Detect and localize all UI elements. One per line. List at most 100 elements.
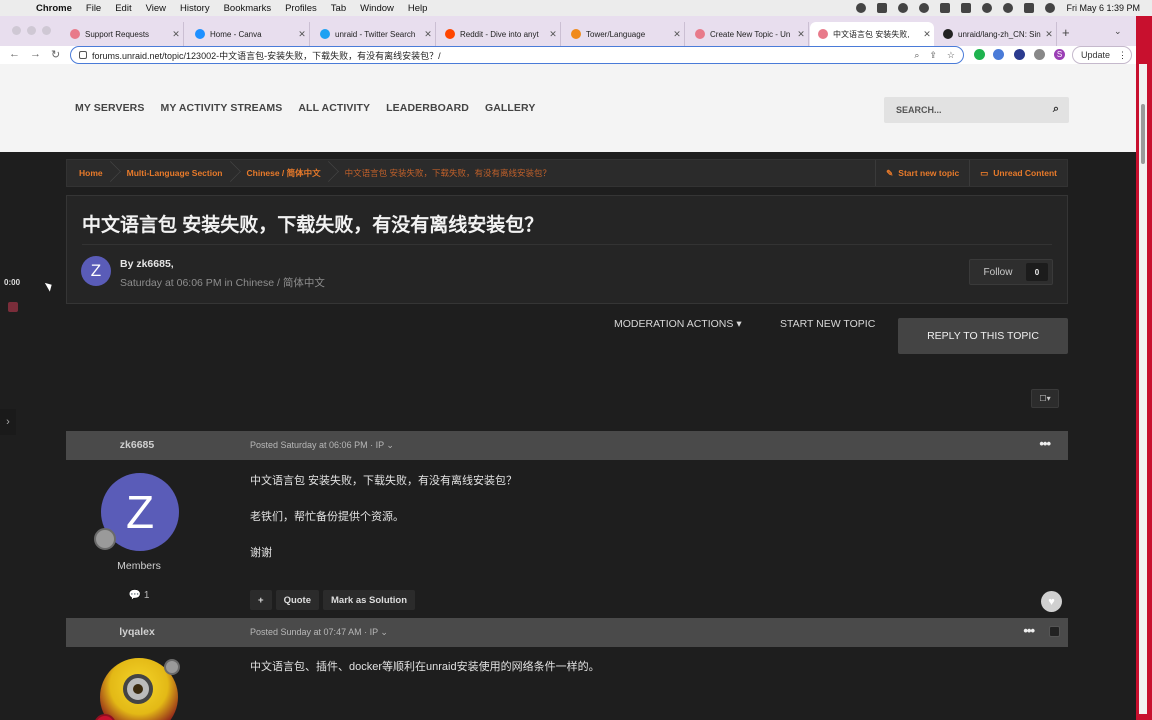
battery-icon[interactable]: [940, 3, 951, 13]
lock-icon[interactable]: [79, 51, 87, 59]
select-post-checkbox[interactable]: [1049, 626, 1060, 637]
menu-history[interactable]: History: [180, 3, 210, 14]
minimize-window-button[interactable]: [27, 26, 36, 35]
quote-button[interactable]: Quote: [275, 590, 320, 610]
clock[interactable]: Fri May 6 1:39 PM: [1066, 3, 1140, 13]
menu-profiles[interactable]: Profiles: [285, 3, 317, 14]
menu-file[interactable]: File: [86, 3, 101, 14]
stop-recording-icon[interactable]: [8, 302, 18, 312]
close-icon[interactable]: ✕: [670, 29, 684, 40]
nav-gallery[interactable]: GALLERY: [485, 102, 535, 114]
close-icon[interactable]: ✕: [546, 29, 560, 40]
new-tab-button[interactable]: +: [1062, 25, 1070, 40]
scrollbar-track[interactable]: [1139, 64, 1147, 714]
nav-all-activity[interactable]: ALL ACTIVITY: [298, 102, 370, 114]
breadcrumb-chinese[interactable]: Chinese / 简体中文: [235, 159, 333, 187]
start-new-topic-button[interactable]: START NEW TOPIC: [780, 318, 875, 330]
search-input[interactable]: SEARCH... ⌕: [884, 97, 1069, 123]
menu-app-name[interactable]: Chrome: [36, 3, 72, 14]
menu-tab[interactable]: Tab: [331, 3, 346, 14]
nav-my-servers[interactable]: MY SERVERS: [75, 102, 144, 114]
unread-content-link[interactable]: ▭ Unread Content: [969, 160, 1067, 186]
grid-icon[interactable]: [961, 3, 972, 13]
tab-current-topic[interactable]: 中文语言包 安装失败, ✕: [810, 22, 934, 46]
avatar[interactable]: Z: [81, 256, 111, 286]
forward-icon[interactable]: →: [30, 48, 41, 60]
start-new-topic-link[interactable]: ✎ Start new topic: [875, 160, 969, 186]
wifi-icon[interactable]: [982, 3, 993, 13]
update-button[interactable]: Update ⋮: [1072, 46, 1132, 64]
more-options-icon[interactable]: •••: [1023, 623, 1035, 638]
heart-icon[interactable]: ♥: [1041, 591, 1062, 612]
post-date[interactable]: Posted Saturday at 06:06 PM · IP ⌄: [250, 440, 394, 451]
menu-help[interactable]: Help: [408, 3, 428, 14]
profile-avatar[interactable]: S: [1054, 49, 1065, 60]
extensions-puzzle-icon[interactable]: [1034, 49, 1045, 60]
close-icon[interactable]: ✕: [920, 29, 934, 40]
lock-icon[interactable]: [898, 3, 909, 13]
tab-search-icon[interactable]: ⌄: [1114, 26, 1122, 37]
search-icon[interactable]: ⌕: [1053, 103, 1059, 116]
record-icon[interactable]: [877, 3, 888, 13]
chevron-right-icon[interactable]: ›: [0, 409, 16, 435]
menu-edit[interactable]: Edit: [115, 3, 131, 14]
tab-github[interactable]: unraid/lang-zh_CN: Sin ✕: [935, 22, 1057, 46]
reply-button[interactable]: REPLY TO THIS TOPIC: [898, 318, 1068, 354]
share-icon[interactable]: ⇪: [929, 50, 937, 61]
more-options-icon[interactable]: •••: [1039, 436, 1051, 451]
edit-icon: ✎: [886, 167, 894, 178]
post-date[interactable]: Posted Sunday at 07:47 AM · IP ⌄: [250, 627, 388, 638]
tab-twitter[interactable]: unraid - Twitter Search ✕: [312, 22, 436, 46]
kebab-menu-icon[interactable]: ⋮: [1118, 50, 1127, 61]
close-window-button[interactable]: [12, 26, 21, 35]
close-icon[interactable]: ✕: [169, 29, 183, 40]
nav-my-activity-streams[interactable]: MY ACTIVITY STREAMS: [160, 102, 282, 114]
post-body: 中文语言包、插件、docker等顺利在unraid安装使用的网络条件一样的。: [250, 661, 600, 673]
close-icon[interactable]: ✕: [295, 29, 309, 40]
address-bar[interactable]: forums.unraid.net/topic/123002-中文语言包-安装失…: [70, 46, 964, 64]
breadcrumb-home[interactable]: Home: [67, 159, 115, 187]
post-author[interactable]: lyqalex: [66, 626, 208, 638]
multi-quote-toggle-icon[interactable]: ☐▾: [1031, 389, 1059, 408]
shield-icon[interactable]: [919, 3, 930, 13]
tab-reddit[interactable]: Reddit - Dive into anyt ✕: [437, 22, 561, 46]
nav-leaderboard[interactable]: LEADERBOARD: [386, 102, 469, 114]
scrollbar-thumb[interactable]: [1141, 104, 1145, 164]
close-icon[interactable]: ✕: [421, 29, 435, 40]
siri-icon[interactable]: [1045, 3, 1056, 13]
update-label: Update: [1081, 50, 1111, 60]
bookmark-star-icon[interactable]: ☆: [947, 50, 955, 61]
url-text[interactable]: forums.unraid.net/topic/123002-中文语言包-安装失…: [92, 49, 914, 62]
tab-create-new-topic[interactable]: Create New Topic - Un ✕: [687, 22, 809, 46]
breadcrumb-current-topic[interactable]: 中文语言包 安装失败，下载失败，有没有离线安装包？: [333, 159, 563, 187]
back-icon[interactable]: ←: [9, 48, 20, 60]
reload-icon[interactable]: ↻: [51, 48, 60, 61]
mark-as-solution-button[interactable]: Mark as Solution: [323, 590, 416, 610]
add-multiquote-button[interactable]: +: [250, 590, 272, 610]
tab-support-requests[interactable]: Support Requests ✕: [62, 22, 184, 46]
search-icon[interactable]: [1003, 3, 1014, 13]
gear-icon[interactable]: [856, 3, 867, 13]
zoom-window-button[interactable]: [42, 26, 51, 35]
tab-tower-language[interactable]: Tower/Language ✕: [563, 22, 685, 46]
vpn-shield-icon[interactable]: [1014, 49, 1025, 60]
post-author[interactable]: zk6685: [66, 439, 208, 451]
post-line: 中文语言包、插件、docker等顺利在unraid安装使用的网络条件一样的。: [250, 661, 600, 673]
translate-icon[interactable]: [993, 49, 1004, 60]
close-icon[interactable]: ✕: [1042, 29, 1056, 40]
zoom-icon[interactable]: ⌕: [914, 50, 919, 61]
menu-bookmarks[interactable]: Bookmarks: [224, 3, 272, 14]
menu-window[interactable]: Window: [360, 3, 394, 14]
breadcrumb-multi-language[interactable]: Multi-Language Section: [115, 159, 235, 187]
tab-canva[interactable]: Home - Canva ✕: [187, 22, 310, 46]
topic-author[interactable]: By zk6685,: [120, 258, 174, 270]
control-center-icon[interactable]: [1024, 3, 1035, 13]
menu-view[interactable]: View: [146, 3, 166, 14]
close-icon[interactable]: ✕: [794, 29, 808, 40]
member-group: Members: [117, 560, 161, 572]
moderation-actions-button[interactable]: MODERATION ACTIONS ▾: [614, 318, 742, 330]
post-count[interactable]: 💬 1: [66, 590, 212, 601]
scrollbar[interactable]: [1136, 16, 1152, 720]
grammarly-icon[interactable]: [974, 49, 985, 60]
follow-button[interactable]: Follow 0: [969, 259, 1053, 285]
